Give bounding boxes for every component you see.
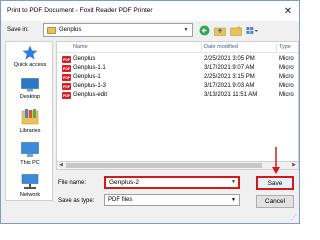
file-date: 3/17/2021 9:07 AM xyxy=(204,65,255,71)
file-type: Micro xyxy=(279,56,294,62)
file-name-input[interactable]: Genplus-2 xyxy=(104,176,240,189)
place-network[interactable]: Network xyxy=(6,174,54,198)
back-icon[interactable] xyxy=(198,24,210,36)
save-as-type-label: Save as type: xyxy=(58,198,95,204)
file-name: Genplus-edit xyxy=(73,92,108,98)
file-date: 2/25/2021 3:05 PM xyxy=(204,56,255,62)
place-desktop[interactable]: Desktop xyxy=(6,78,54,100)
chevron-down-icon[interactable]: ▼ xyxy=(231,179,236,185)
column-header-type[interactable]: Type xyxy=(279,44,291,50)
scroll-right-icon[interactable]: ▶ xyxy=(292,162,296,168)
pdf-file-icon: PDF xyxy=(62,92,71,99)
chevron-down-icon: ▼ xyxy=(183,27,189,33)
file-name: Genplus xyxy=(73,56,96,62)
close-icon: ✕ xyxy=(283,5,293,17)
file-date: 2/25/2021 3:15 PM xyxy=(204,74,255,80)
file-row[interactable]: PDF Genplus-1 2/25/2021 3:15 PM Micro xyxy=(57,73,298,82)
title-bar: Print to PDF Document - Foxit Reader PDF… xyxy=(1,1,299,21)
place-this-pc[interactable]: This PC xyxy=(6,142,54,166)
close-button[interactable]: ✕ xyxy=(277,1,299,21)
place-quick-access[interactable]: Quick access xyxy=(6,45,54,68)
toolbar xyxy=(198,23,258,37)
save-dialog: Print to PDF Document - Foxit Reader PDF… xyxy=(0,0,300,224)
desktop-icon xyxy=(21,78,39,92)
file-row[interactable]: PDF Genplus-1-3 3/17/2021 9:03 AM Micro xyxy=(57,82,298,91)
up-folder-icon[interactable] xyxy=(214,24,226,36)
file-row[interactable]: PDF Genplus-edit 3/13/2021 11:51 AM Micr… xyxy=(57,91,298,100)
file-type: Micro xyxy=(279,65,294,71)
file-type: Micro xyxy=(279,74,294,80)
cancel-button[interactable]: Cancel xyxy=(256,195,294,208)
save-in-label: Save in: xyxy=(7,27,29,33)
pdf-file-icon: PDF xyxy=(62,56,71,63)
column-header-date[interactable]: Date modified xyxy=(204,44,238,50)
file-list[interactable]: Name Date modified Type PDF Genplus 2/25… xyxy=(56,41,299,162)
save-in-dropdown[interactable]: Genplus ▼ xyxy=(43,23,193,37)
file-date: 3/13/2021 11:51 AM xyxy=(204,92,258,98)
pdf-file-icon: PDF xyxy=(62,74,71,81)
file-list-header: Name Date modified Type xyxy=(57,42,298,53)
save-in-value: Genplus xyxy=(59,27,82,33)
save-button[interactable]: Save xyxy=(256,176,294,190)
scrollbar-thumb[interactable] xyxy=(66,163,262,168)
horizontal-scrollbar[interactable]: ◀ ▶ xyxy=(56,162,299,170)
computer-icon xyxy=(21,142,39,157)
place-label: Quick access xyxy=(13,62,47,68)
file-type: Micro xyxy=(279,83,294,89)
save-as-type-value: PDF files xyxy=(108,197,133,203)
file-name: Genplus-1-3 xyxy=(73,83,107,89)
place-label: Libraries xyxy=(19,128,41,134)
place-label: This PC xyxy=(20,160,40,166)
file-type: Micro xyxy=(279,92,294,98)
star-icon xyxy=(22,45,38,60)
file-name: Genplus-1 xyxy=(73,74,101,80)
file-date: 3/17/2021 9:03 AM xyxy=(204,83,255,89)
view-menu-icon[interactable] xyxy=(246,24,258,36)
network-icon xyxy=(21,174,39,189)
arrow-down-icon xyxy=(272,147,280,174)
scroll-left-icon[interactable]: ◀ xyxy=(59,162,63,168)
new-folder-icon[interactable] xyxy=(230,24,242,36)
window-title: Print to PDF Document - Foxit Reader PDF… xyxy=(7,7,153,14)
file-row[interactable]: PDF Genplus-1.1 3/17/2021 9:07 AM Micro xyxy=(57,64,298,73)
column-header-name[interactable]: Name xyxy=(73,44,88,50)
pdf-file-icon: PDF xyxy=(62,83,71,90)
pdf-file-icon: PDF xyxy=(62,65,71,72)
file-row[interactable]: PDF Genplus 2/25/2021 3:05 PM Micro xyxy=(57,55,298,64)
save-as-type-dropdown[interactable]: PDF files ▼ xyxy=(104,194,240,206)
place-label: Desktop xyxy=(19,94,41,100)
chevron-down-icon: ▼ xyxy=(231,197,236,203)
resize-grip-icon[interactable]: ⋰ xyxy=(291,214,297,221)
folder-icon xyxy=(47,26,56,34)
place-libraries[interactable]: Libraries xyxy=(6,108,54,134)
file-name: Genplus-1.1 xyxy=(73,65,106,71)
file-name-label: File name: xyxy=(58,180,87,186)
place-label: Network xyxy=(19,192,41,198)
libraries-icon xyxy=(21,109,39,125)
places-bar: Quick access Desktop Libraries This PC N… xyxy=(5,41,53,201)
